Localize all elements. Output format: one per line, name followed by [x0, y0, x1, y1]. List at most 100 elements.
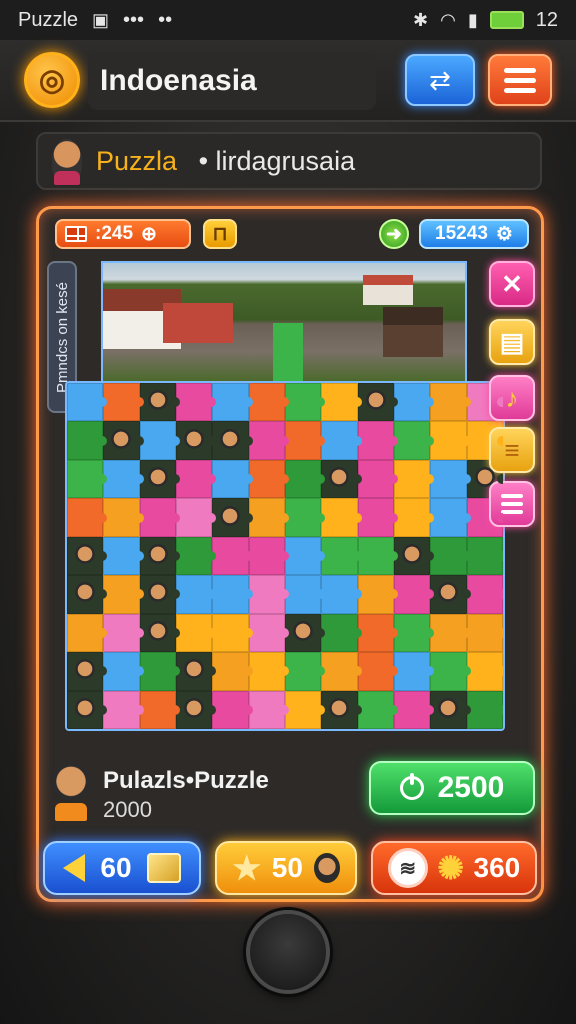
puzzle-piece[interactable] [430, 613, 472, 653]
puzzle-piece[interactable] [67, 421, 108, 460]
character-puzzle-piece[interactable] [284, 613, 326, 653]
coin-logo-icon[interactable]: ◎ [24, 52, 80, 108]
puzzle-piece[interactable] [430, 383, 472, 422]
puzzle-piece[interactable] [393, 383, 435, 422]
puzzle-piece[interactable] [103, 575, 145, 614]
puzzle-piece[interactable] [430, 536, 472, 576]
list-button[interactable] [489, 481, 535, 527]
puzzle-piece[interactable] [357, 575, 399, 614]
puzzle-piece[interactable] [103, 613, 145, 653]
puzzle-piece[interactable] [357, 613, 399, 653]
puzzle-piece[interactable] [430, 459, 472, 499]
puzzle-piece[interactable] [466, 613, 503, 653]
puzzle-piece[interactable] [67, 498, 108, 537]
puzzle-piece[interactable] [175, 613, 217, 653]
puzzle-piece[interactable] [103, 383, 145, 422]
puzzle-piece[interactable] [175, 498, 217, 537]
menu-button[interactable] [488, 54, 552, 106]
character-puzzle-piece[interactable] [139, 613, 181, 653]
character-puzzle-piece[interactable] [139, 575, 181, 614]
back-button[interactable]: 60 [43, 841, 201, 895]
puzzle-piece[interactable] [393, 613, 435, 653]
puzzle-piece[interactable] [212, 536, 254, 576]
puzzle-piece[interactable] [284, 421, 326, 460]
puzzle-piece[interactable] [103, 459, 145, 499]
puzzle-piece[interactable] [393, 575, 435, 614]
puzzle-piece[interactable] [139, 690, 181, 729]
puzzle-board[interactable] [65, 381, 505, 731]
puzzle-piece[interactable] [284, 459, 326, 499]
puzzle-piece[interactable] [212, 652, 254, 691]
puzzle-piece[interactable] [393, 459, 435, 499]
puzzle-piece[interactable] [466, 652, 503, 691]
puzzle-piece[interactable] [103, 498, 145, 537]
character-puzzle-piece[interactable] [430, 690, 472, 729]
character-puzzle-piece[interactable] [67, 690, 108, 729]
character-puzzle-piece[interactable] [103, 421, 145, 460]
puzzle-piece[interactable] [212, 690, 254, 729]
puzzle-piece[interactable] [393, 652, 435, 691]
puzzle-piece[interactable] [248, 575, 290, 614]
character-puzzle-piece[interactable] [321, 690, 363, 729]
puzzle-piece[interactable] [175, 536, 217, 576]
bell-button[interactable]: ♪ [489, 375, 535, 421]
puzzle-piece[interactable] [212, 383, 254, 422]
puzzle-piece[interactable] [248, 613, 290, 653]
puzzle-piece[interactable] [248, 459, 290, 499]
home-button[interactable] [246, 910, 330, 994]
puzzle-piece[interactable] [357, 459, 399, 499]
puzzle-piece[interactable] [357, 652, 399, 691]
character-puzzle-piece[interactable] [321, 459, 363, 499]
sun-button[interactable]: ≋ ✺ 360 [371, 841, 537, 895]
puzzle-piece[interactable] [284, 690, 326, 729]
coin-button[interactable]: 2500 [369, 761, 535, 815]
hint-button[interactable]: ➜ [379, 219, 409, 249]
puzzle-piece[interactable] [212, 575, 254, 614]
puzzle-piece[interactable] [175, 383, 217, 422]
character-puzzle-piece[interactable] [67, 652, 108, 691]
puzzle-piece[interactable] [248, 383, 290, 422]
puzzle-piece[interactable] [175, 459, 217, 499]
puzzle-piece[interactable] [67, 613, 108, 653]
puzzle-piece[interactable] [284, 536, 326, 576]
character-puzzle-piece[interactable] [430, 575, 472, 614]
puzzle-piece[interactable] [248, 690, 290, 729]
character-puzzle-piece[interactable] [357, 383, 399, 422]
character-puzzle-piece[interactable] [67, 575, 108, 614]
puzzle-piece[interactable] [139, 421, 181, 460]
puzzle-piece[interactable] [103, 536, 145, 576]
layers-button[interactable]: ▤ [489, 319, 535, 365]
puzzle-piece[interactable] [284, 383, 326, 422]
puzzle-piece[interactable] [466, 575, 503, 614]
puzzle-piece[interactable] [357, 536, 399, 576]
puzzle-piece[interactable] [321, 383, 363, 422]
puzzle-piece[interactable] [139, 498, 181, 537]
puzzle-piece[interactable] [273, 323, 303, 381]
puzzle-piece[interactable] [357, 421, 399, 460]
puzzle-piece[interactable] [321, 613, 363, 653]
puzzle-piece[interactable] [248, 652, 290, 691]
puzzle-piece[interactable] [284, 652, 326, 691]
character-puzzle-piece[interactable] [212, 421, 254, 460]
star-button[interactable]: ★ 50 [215, 841, 357, 895]
character-puzzle-piece[interactable] [67, 536, 108, 576]
character-puzzle-piece[interactable] [139, 383, 181, 422]
translate-button[interactable]: ⇄ [405, 54, 475, 106]
puzzle-piece[interactable] [248, 498, 290, 537]
puzzle-piece[interactable] [430, 652, 472, 691]
key-button[interactable]: ⊓ [203, 219, 237, 249]
character-puzzle-piece[interactable] [212, 498, 254, 537]
puzzle-piece[interactable] [321, 575, 363, 614]
puzzle-piece[interactable] [393, 690, 435, 729]
puzzle-piece[interactable] [212, 459, 254, 499]
puzzle-piece[interactable] [67, 383, 108, 422]
puzzle-piece[interactable] [393, 498, 435, 537]
puzzle-piece[interactable] [321, 498, 363, 537]
puzzle-piece[interactable] [357, 690, 399, 729]
puzzle-piece[interactable] [357, 498, 399, 537]
puzzle-piece[interactable] [67, 459, 108, 499]
puzzle-piece[interactable] [284, 575, 326, 614]
close-button[interactable]: ✕ [489, 261, 535, 307]
puzzle-piece[interactable] [321, 652, 363, 691]
puzzle-piece[interactable] [248, 536, 290, 576]
